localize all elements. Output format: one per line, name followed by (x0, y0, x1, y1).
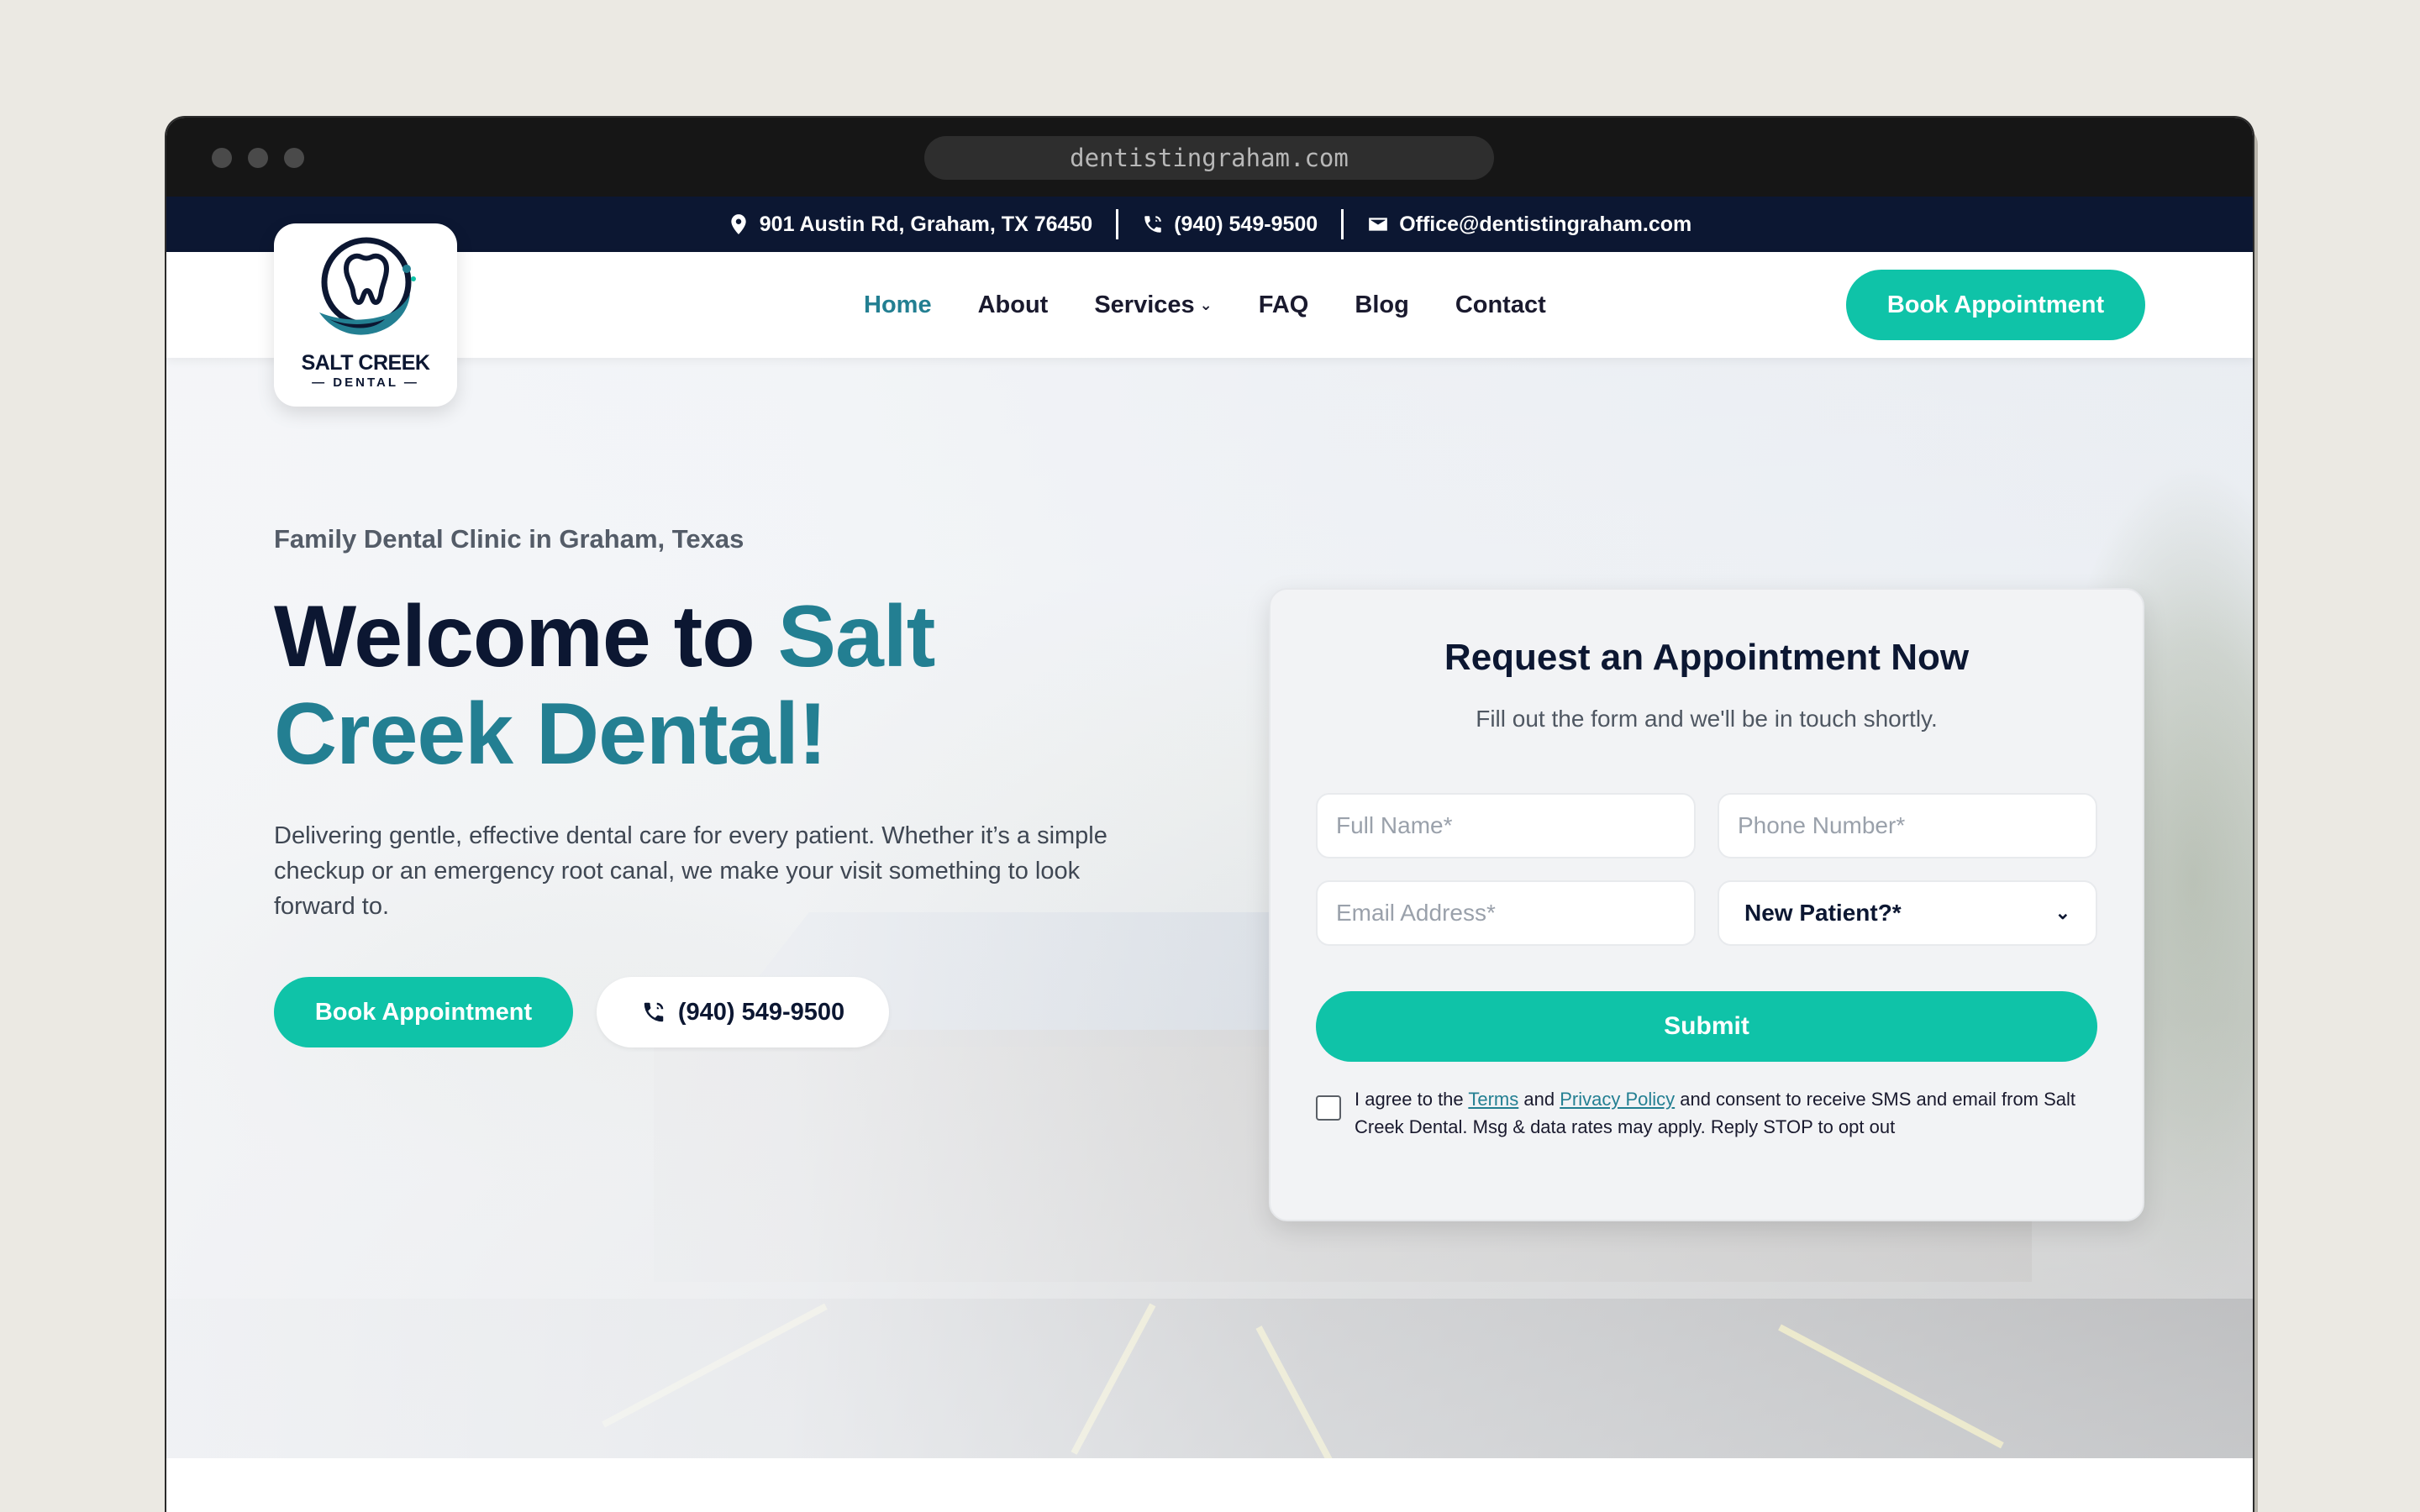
consent-text: I agree to the Terms and Privacy Policy … (1355, 1085, 2097, 1141)
call-button-label: (940) 549-9500 (677, 998, 845, 1026)
nav-book-appointment-button[interactable]: Book Appointment (1846, 270, 2145, 340)
nav-item-faq[interactable]: FAQ (1259, 291, 1309, 319)
mail-icon (1369, 218, 1388, 231)
logo-wordmark: SALT CREEK (301, 351, 430, 375)
map-pin-icon (731, 214, 746, 234)
consent-checkbox[interactable] (1316, 1095, 1341, 1121)
next-section (166, 1458, 2253, 1512)
window-maximize-dot[interactable] (284, 148, 304, 168)
window-close-dot[interactable] (212, 148, 232, 168)
contact-topbar: 901 Austin Rd, Graham, TX 76450 (940) 54… (166, 197, 2253, 252)
site-logo[interactable]: SALT CREEK — DENTAL — (274, 223, 457, 407)
phone-text: (940) 549-9500 (1174, 212, 1318, 236)
nav-item-about[interactable]: About (978, 291, 1049, 319)
nav-item-blog[interactable]: Blog (1355, 291, 1408, 319)
email-field[interactable] (1316, 880, 1696, 946)
address-text: 901 Austin Rd, Graham, TX 76450 (759, 212, 1093, 236)
form-title: Request an Appointment Now (1444, 637, 1970, 678)
window-minimize-dot[interactable] (248, 148, 268, 168)
hero-headline: Welcome to Salt Creek Dental! (274, 588, 1030, 783)
tooth-logo-icon (319, 237, 416, 335)
consent-prefix: I agree to the (1355, 1089, 1469, 1110)
email-text: Office@dentistingraham.com (1399, 212, 1692, 236)
chevron-down-icon: ⌄ (2054, 902, 2070, 923)
topbar-divider (1116, 209, 1119, 239)
nav-item-contact[interactable]: Contact (1455, 291, 1546, 319)
topbar-phone[interactable]: (940) 549-9500 (1142, 213, 1318, 237)
phone-icon (1144, 216, 1161, 233)
browser-chrome: dentistingraham.com (166, 118, 2253, 197)
hero-eyebrow: Family Dental Clinic in Graham, Texas (274, 524, 744, 554)
topbar-divider (1341, 209, 1344, 239)
nav-item-services[interactable]: Services ⌄ (1094, 291, 1212, 319)
hero-description: Delivering gentle, effective dental care… (274, 822, 1107, 920)
browser-window: dentistingraham.com 901 Austin Rd, Graha… (166, 118, 2253, 1512)
nav-item-home[interactable]: Home (864, 291, 932, 319)
headline-text: Welcome to (274, 588, 778, 685)
appointment-form-card: Request an Appointment Now Fill out the … (1269, 588, 2144, 1221)
terms-link[interactable]: Terms (1468, 1089, 1518, 1110)
address-bar[interactable]: dentistingraham.com (924, 136, 1494, 180)
form-subtitle: Fill out the form and we'll be in touch … (1476, 706, 1938, 732)
consent-row: I agree to the Terms and Privacy Policy … (1316, 1085, 2097, 1141)
main-navbar: Home About Services ⌄ FAQ Blog Contact B… (166, 252, 2253, 358)
hero-call-button[interactable]: (940) 549-9500 (597, 977, 889, 1047)
full-name-field[interactable] (1316, 793, 1696, 858)
primary-nav: Home About Services ⌄ FAQ Blog Contact (864, 252, 1592, 358)
hero-book-appointment-button[interactable]: Book Appointment (274, 977, 573, 1047)
logo-subword: — DENTAL — (312, 375, 419, 390)
nav-item-label: Services (1094, 291, 1195, 318)
select-value: New Patient?* (1744, 900, 1902, 926)
topbar-email[interactable]: Office@dentistingraham.com (1367, 213, 1691, 237)
consent-and: and (1518, 1089, 1560, 1110)
new-patient-select[interactable]: New Patient?* ⌄ (1718, 880, 2097, 946)
submit-button[interactable]: Submit (1316, 991, 2097, 1062)
privacy-policy-link[interactable]: Privacy Policy (1560, 1089, 1675, 1110)
phone-icon (644, 1002, 664, 1022)
chevron-down-icon: ⌄ (1199, 296, 1213, 313)
phone-number-field[interactable] (1718, 793, 2097, 858)
topbar-address[interactable]: 901 Austin Rd, Graham, TX 76450 (728, 213, 1092, 237)
